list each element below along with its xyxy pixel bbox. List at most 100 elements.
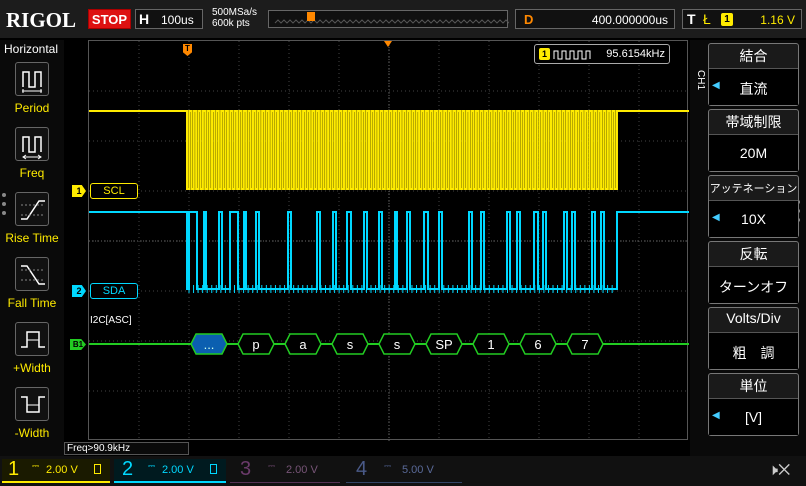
scl-trace bbox=[89, 110, 689, 190]
dc-coupling-icon: ⎓ bbox=[268, 461, 276, 471]
measure-freq[interactable]: Freq bbox=[0, 127, 64, 189]
decode-packet-text: a bbox=[299, 337, 307, 352]
dc-coupling-icon: ⎓ bbox=[32, 461, 40, 471]
bus-marker-text: B1 bbox=[72, 340, 84, 349]
timebase-value: 100us bbox=[161, 13, 194, 27]
measure-rise-time-label: Rise Time bbox=[5, 231, 59, 245]
menu-bandwidth-value-box: 20M bbox=[709, 134, 798, 171]
ch4-scale: 5.00 V bbox=[402, 464, 434, 476]
measure-period[interactable]: Period bbox=[0, 62, 64, 124]
decode-packet-text: ... bbox=[204, 337, 215, 352]
menu-bandwidth-limit[interactable]: 帯域制限 20M bbox=[708, 109, 799, 172]
speaker-muted-icon[interactable]: 🕨✕ bbox=[768, 462, 790, 480]
memory-depth: 600k pts bbox=[212, 18, 250, 29]
menu-unit[interactable]: 単位 ◀ [V] bbox=[708, 373, 799, 436]
menu-volts-div-title: Volts/Div bbox=[726, 310, 781, 326]
memory-overview-strip bbox=[268, 10, 528, 28]
freq-counter-channel: 1 bbox=[539, 48, 550, 60]
menu-volts-div-value: 粗 調 bbox=[732, 345, 775, 361]
ch3-status[interactable]: 3 ⎓ 2.00 V bbox=[230, 458, 340, 483]
menu-volts-div-value-box: 粗 調 bbox=[709, 332, 798, 369]
measure-fall-time[interactable]: Fall Time bbox=[0, 257, 64, 319]
menu-attenuation-value: 10X bbox=[741, 211, 766, 227]
probe-icon bbox=[94, 464, 101, 474]
menu-invert-value: ターンオフ bbox=[718, 279, 789, 295]
menu-coupling[interactable]: 結合 ◀ 直流 bbox=[708, 43, 799, 106]
ch3-scale: 2.00 V bbox=[286, 464, 318, 476]
ch1-status[interactable]: 1 ⎓ 2.00 V bbox=[2, 458, 110, 483]
brand-logo: RIGOL bbox=[6, 8, 77, 32]
run-stop-status[interactable]: STOP bbox=[88, 9, 131, 29]
measure-freq-label: Freq bbox=[19, 166, 45, 180]
menu-unit-title: 単位 bbox=[739, 378, 768, 394]
timebase-label: H bbox=[139, 11, 150, 27]
measure-neg-width[interactable]: -Width bbox=[0, 387, 64, 449]
neg-width-icon bbox=[15, 387, 49, 421]
ch1-scale: 2.00 V bbox=[46, 464, 78, 476]
ch1-marker-text: 1 bbox=[76, 186, 82, 196]
ch4-status[interactable]: 4 ⎓ 5.00 V bbox=[346, 458, 462, 483]
menu-invert-value-box: ターンオフ bbox=[709, 266, 798, 303]
menu-unit-value-box: ◀ [V] bbox=[709, 398, 798, 435]
measure-rise-time[interactable]: Rise Time bbox=[0, 192, 64, 254]
freq-readout: Freq>90.9kHz bbox=[64, 442, 189, 455]
measure-pos-width-label: +Width bbox=[13, 361, 51, 375]
delay-value: 400.000000us bbox=[591, 13, 668, 27]
freq-counter: 1 95.6154kHz bbox=[534, 44, 670, 64]
timebase-box[interactable]: H 100us bbox=[135, 9, 203, 29]
ch2-ground-marker[interactable]: 2 bbox=[72, 285, 86, 297]
trigger-box[interactable]: T Ł 1 1.16 V bbox=[682, 9, 802, 29]
decode-packet-text: p bbox=[252, 337, 259, 352]
period-icon bbox=[15, 62, 49, 96]
rise-time-icon bbox=[15, 192, 49, 226]
freq-counter-value: 95.6154kHz bbox=[606, 48, 665, 60]
decode-packet-text: s bbox=[394, 337, 401, 352]
pos-width-icon bbox=[15, 322, 49, 356]
square-wave-icon bbox=[553, 50, 591, 60]
decode-packet-text: 7 bbox=[581, 337, 588, 352]
decode-packet-text: 6 bbox=[534, 337, 541, 352]
menu-bandwidth-value: 20M bbox=[739, 145, 768, 161]
ch2-number: 2 bbox=[122, 458, 134, 480]
delay-label: D bbox=[524, 12, 534, 27]
ch2-status[interactable]: 2 ⎓ 2.00 V bbox=[114, 458, 226, 483]
measure-period-label: Period bbox=[14, 101, 50, 115]
trigger-position-marker bbox=[307, 12, 315, 21]
menu-coupling-title: 結合 bbox=[739, 48, 768, 64]
waveform-display[interactable]: ... p a s s SP 1 6 7 bbox=[88, 40, 689, 441]
menu-bandwidth-title: 帯域制限 bbox=[725, 114, 782, 130]
measure-panel-header: Horizontal bbox=[4, 42, 59, 56]
trigger-label: T bbox=[687, 11, 696, 27]
decode-packet-text: 1 bbox=[487, 337, 494, 352]
freq-icon bbox=[15, 127, 49, 161]
menu-volts-div[interactable]: Volts/Div 粗 調 bbox=[708, 307, 799, 370]
channel-menu-tab: CH1 bbox=[695, 70, 706, 91]
oscilloscope-screen: RIGOL STOP H 100us 500MSa/s 600k pts D 4… bbox=[0, 0, 806, 486]
ch2-label-tag: SDA bbox=[90, 283, 138, 299]
menu-invert-title: 反転 bbox=[739, 246, 768, 262]
memory-overview-graphic bbox=[274, 12, 528, 24]
menu-attenuation-value-box: ◀ 10X bbox=[709, 200, 798, 237]
trigger-pos-marker-text: T bbox=[185, 44, 190, 53]
bus-marker[interactable]: B1 bbox=[70, 339, 86, 350]
probe-icon bbox=[210, 464, 217, 474]
decode-packet-text: SP bbox=[435, 337, 452, 352]
ch3-number: 3 bbox=[240, 458, 252, 480]
menu-attenuation-title: アッテネーション bbox=[709, 183, 798, 195]
menu-attenuation[interactable]: アッテネーション ◀ 10X bbox=[708, 175, 799, 238]
menu-invert[interactable]: 反転 ターンオフ bbox=[708, 241, 799, 304]
top-status-bar: RIGOL STOP H 100us 500MSa/s 600k pts D 4… bbox=[0, 0, 806, 38]
delay-box[interactable]: D 400.000000us bbox=[515, 9, 675, 29]
rising-edge-icon: Ł bbox=[703, 11, 711, 27]
ch1-ground-marker[interactable]: 1 bbox=[72, 185, 86, 197]
decode-packet-text: s bbox=[347, 337, 354, 352]
sample-rate: 500MSa/s bbox=[212, 7, 258, 18]
ch4-number: 4 bbox=[356, 458, 368, 480]
menu-coupling-value-box: ◀ 直流 bbox=[709, 68, 798, 105]
fall-time-icon bbox=[15, 257, 49, 291]
trigger-level: 1.16 V bbox=[760, 13, 795, 27]
measure-panel: Horizontal Period Freq Rise Time Fall Ti bbox=[0, 40, 64, 456]
menu-coupling-value: 直流 bbox=[739, 81, 768, 97]
measure-pos-width[interactable]: +Width bbox=[0, 322, 64, 384]
dc-coupling-icon: ⎓ bbox=[148, 461, 156, 471]
